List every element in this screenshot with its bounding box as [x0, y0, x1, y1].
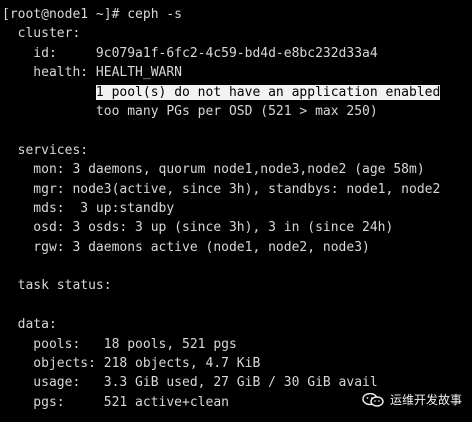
output-line-health-warning-pgs: too many PGs per OSD (521 > max 250)	[2, 103, 378, 119]
output-line-health: health: HEALTH_WARN	[2, 65, 183, 81]
watermark-text: 运维开发故事	[389, 392, 462, 407]
output-line-mds: mds: 3 up:standby	[2, 200, 175, 216]
command-prompt: [root@node1 ~]# ceph -s	[2, 7, 183, 22]
output-line-objects: objects: 218 objects, 4.7 KiB	[2, 356, 261, 372]
output-line-task-status: task status:	[2, 278, 112, 294]
watermark: 运维开发故事	[362, 391, 462, 410]
output-line-mon: mon: 3 daemons, quorum node1,node3,node2…	[2, 162, 425, 178]
output-line-services-header: services:	[2, 142, 89, 158]
output-line-mgr: mgr: node3(active, since 3h), standbys: …	[2, 181, 441, 197]
output-line-rgw: rgw: 3 daemons active (node1, node2, nod…	[2, 239, 370, 255]
output-line-cluster-id: id: 9c079a1f-6fc2-4c59-bd4d-e8bc232d33a4	[2, 45, 378, 61]
selected-text: 1 pool(s) do not have an application ena…	[95, 84, 441, 100]
output-line-pools: pools: 18 pools, 521 pgs	[2, 336, 237, 352]
output-line-cluster-header: cluster:	[2, 26, 81, 42]
output-line-osd: osd: 3 osds: 3 up (since 3h), 3 in (sinc…	[2, 220, 394, 236]
terminal-window[interactable]: [root@node1 ~]# ceph -s cluster: id: 9c0…	[0, 0, 472, 422]
output-line-blank	[2, 257, 472, 276]
output-line-data-header: data:	[2, 317, 57, 333]
wechat-icon	[362, 393, 384, 407]
output-line-health-warning-selected: 1 pool(s) do not have an application ena…	[2, 83, 472, 102]
output-line-blank	[2, 296, 472, 315]
output-line-blank	[2, 121, 472, 140]
